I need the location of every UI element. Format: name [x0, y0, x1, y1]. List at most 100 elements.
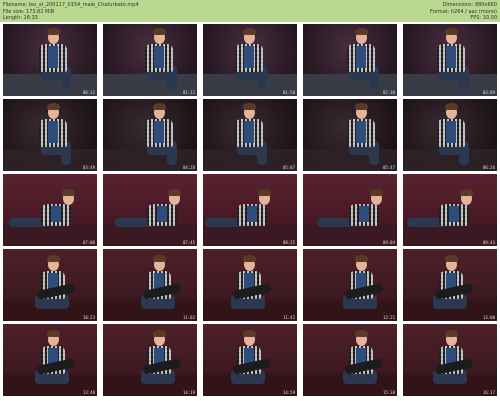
person-figure — [403, 324, 497, 396]
figure-part — [459, 149, 469, 165]
figure-part — [48, 46, 58, 68]
person-figure — [3, 24, 97, 96]
thumbnail-timestamp: 06:26 — [482, 165, 495, 170]
video-thumbnail: 03:09 — [402, 23, 498, 97]
person-figure — [3, 324, 97, 396]
person-figure — [103, 324, 197, 396]
thumbnail-timestamp: 03:49 — [82, 165, 95, 170]
person-figure — [203, 324, 297, 396]
figure-part — [244, 46, 254, 68]
figure-part — [243, 255, 256, 262]
figure-part — [61, 74, 71, 90]
figure-part — [445, 103, 458, 110]
figure-part — [62, 189, 75, 196]
file-info-header: Filename: leo_st_200117_0154_male_Chatur… — [0, 0, 500, 22]
figure-part — [61, 149, 71, 165]
person-figure — [3, 99, 97, 171]
figure-part — [355, 330, 368, 337]
person-figure — [103, 24, 197, 96]
figure-part — [243, 330, 256, 337]
video-thumbnail: 07:06 — [2, 173, 98, 247]
figure-part — [359, 206, 369, 222]
figure-part — [243, 103, 256, 110]
figure-part — [153, 255, 166, 262]
figure-part — [157, 206, 167, 222]
thumbnail-timestamp: 07:06 — [82, 240, 95, 245]
file-info-left: Filename: leo_st_200117_0154_male_Chatur… — [3, 2, 139, 22]
figure-part — [247, 206, 257, 222]
figure-part — [370, 189, 383, 196]
figure-part — [446, 46, 456, 68]
figure-part — [244, 121, 254, 143]
figure-part — [460, 189, 473, 196]
person-figure — [3, 249, 97, 321]
video-thumbnail: 05:07 — [202, 98, 298, 172]
person-figure — [303, 324, 397, 396]
figure-part — [154, 121, 164, 143]
thumbnail-timestamp: 16:17 — [482, 390, 495, 395]
figure-part — [356, 46, 366, 68]
video-thumbnail: 01:50 — [202, 23, 298, 97]
figure-part — [47, 28, 60, 35]
thumbnail-timestamp: 14:59 — [282, 390, 295, 395]
figure-part — [459, 74, 469, 90]
thumbnail-timestamp: 12:21 — [382, 315, 395, 320]
figure-part — [153, 103, 166, 110]
video-thumbnail: 13:40 — [2, 323, 98, 397]
person-figure — [103, 99, 197, 171]
person-figure — [403, 249, 497, 321]
figure-part — [355, 255, 368, 262]
video-thumbnail: 05:47 — [302, 98, 398, 172]
figure-part — [153, 28, 166, 35]
file-info-right: Dimensions: 880x660 Format: h264 / aac (… — [430, 2, 497, 22]
video-thumbnail: 12:21 — [302, 248, 398, 322]
video-thumbnail: 15:38 — [302, 323, 398, 397]
person-figure — [203, 99, 297, 171]
video-thumbnail: 13:00 — [402, 248, 498, 322]
video-thumbnail: 04:28 — [102, 98, 198, 172]
thumbnail-timestamp: 11:02 — [182, 315, 195, 320]
video-thumbnail: 16:17 — [402, 323, 498, 397]
thumbnail-timestamp: 09:04 — [382, 240, 395, 245]
figure-part — [47, 330, 60, 337]
video-thumbnail: 00:32 — [2, 23, 98, 97]
figure-part — [356, 121, 366, 143]
figure-part — [153, 330, 166, 337]
thumbnail-timestamp: 14:19 — [182, 390, 195, 395]
thumbnail-timestamp: 01:50 — [282, 90, 295, 95]
person-figure — [303, 174, 397, 246]
video-thumbnail: 09:04 — [302, 173, 398, 247]
figure-part — [47, 103, 60, 110]
figure-part — [51, 206, 61, 222]
figure-part — [446, 121, 456, 143]
figure-part — [168, 189, 181, 196]
thumbnail-timestamp: 13:40 — [82, 390, 95, 395]
video-thumbnail: 02:30 — [302, 23, 398, 97]
person-figure — [103, 249, 197, 321]
thumbnail-timestamp: 13:00 — [482, 315, 495, 320]
figure-part — [154, 46, 164, 68]
figure-part — [449, 206, 459, 222]
person-figure — [303, 24, 397, 96]
figure-part — [167, 149, 177, 165]
video-thumbnail: 10:23 — [2, 248, 98, 322]
video-thumbnail: 09:43 — [402, 173, 498, 247]
figure-part — [445, 330, 458, 337]
person-figure — [203, 174, 297, 246]
thumbnail-timestamp: 03:09 — [482, 90, 495, 95]
video-thumbnail: 11:42 — [202, 248, 298, 322]
thumbnail-timestamp: 02:30 — [382, 90, 395, 95]
person-figure — [203, 249, 297, 321]
thumbnail-timestamp: 00:32 — [82, 90, 95, 95]
video-thumbnail: 14:59 — [202, 323, 298, 397]
video-thumbnail: 06:26 — [402, 98, 498, 172]
figure-part — [369, 149, 379, 165]
thumbnail-timestamp: 09:43 — [482, 240, 495, 245]
video-thumbnail: 01:11 — [102, 23, 198, 97]
person-figure — [103, 174, 197, 246]
thumbnail-timestamp: 07:45 — [182, 240, 195, 245]
video-thumbnail: 07:45 — [102, 173, 198, 247]
thumbnail-timestamp: 08:25 — [282, 240, 295, 245]
thumbnail-timestamp: 11:42 — [282, 315, 295, 320]
figure-part — [369, 74, 379, 90]
